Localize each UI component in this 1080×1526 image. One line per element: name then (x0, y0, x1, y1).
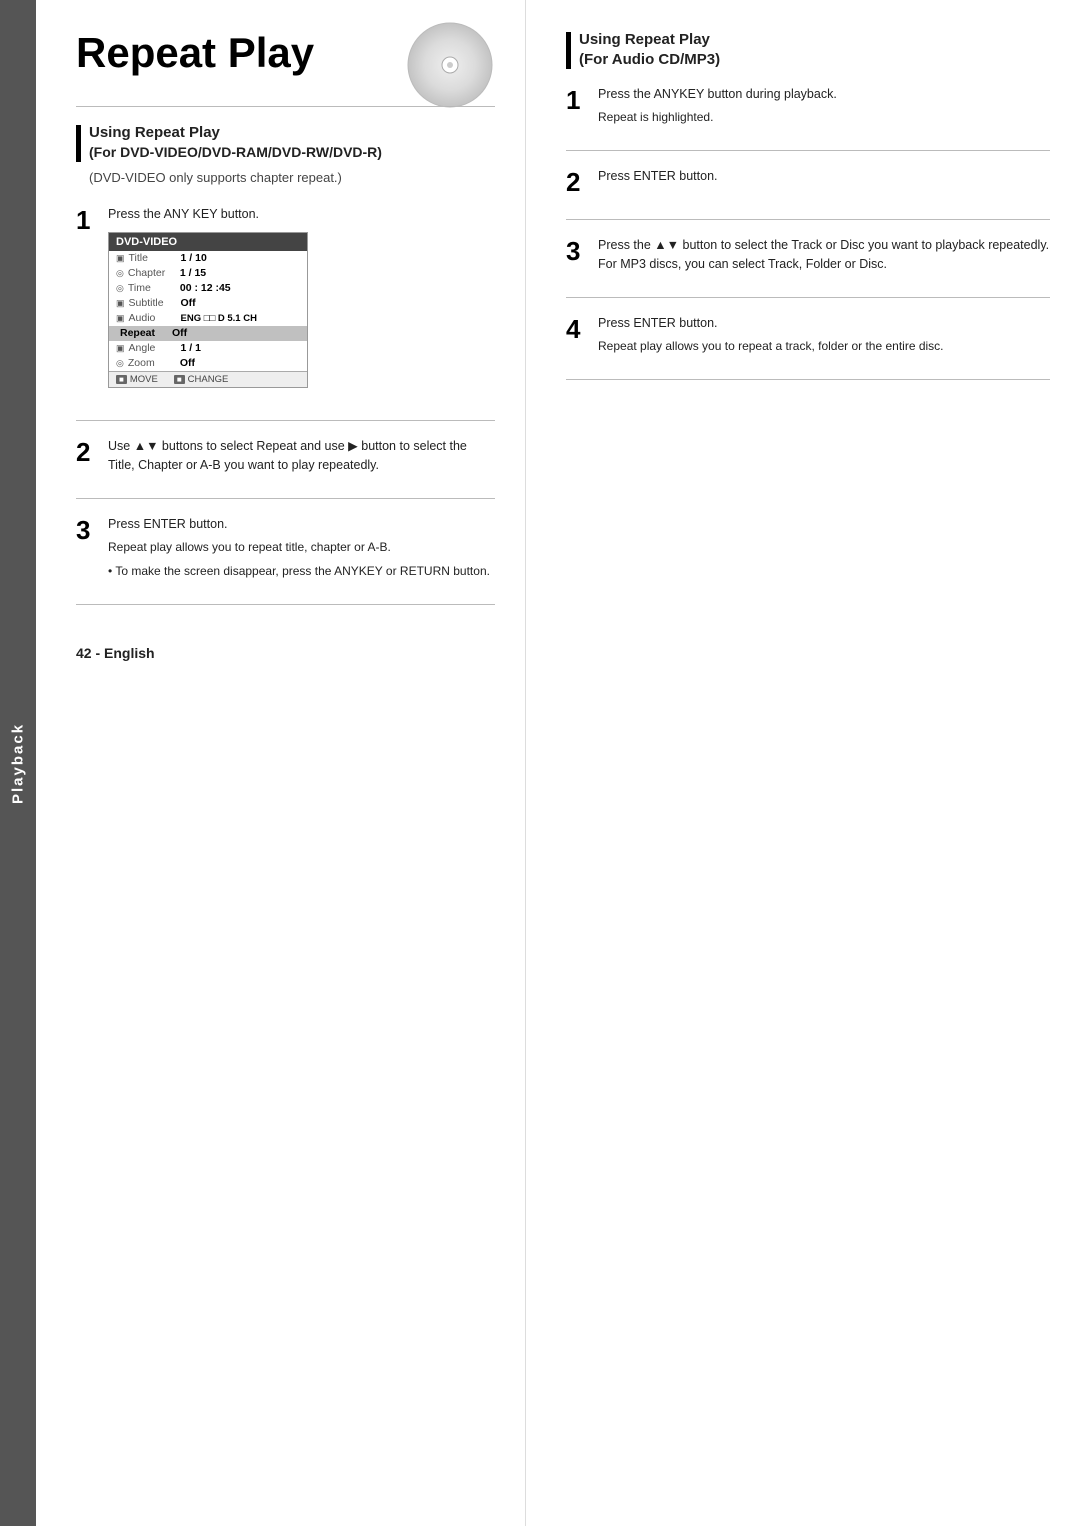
right-step-1-divider (566, 150, 1050, 151)
audio-label: Audio (129, 312, 181, 324)
step-1-divider (76, 420, 495, 421)
main-content: Repeat Play (36, 0, 1080, 1526)
right-step-3-divider (566, 297, 1050, 298)
right-step-4-divider (566, 379, 1050, 380)
chapter-icon: ◎ (116, 268, 124, 279)
change-label: CHANGE (188, 374, 229, 385)
page-number-area: 42 - English (76, 645, 495, 661)
section-bar (76, 125, 81, 162)
step-3-bullet: • To make the screen disappear, press th… (108, 562, 495, 580)
repeat-value: Off (172, 327, 187, 339)
repeat-label: Repeat (120, 327, 172, 339)
right-step-3-content: Press the ▲▼ button to select the Track … (598, 236, 1050, 274)
move-label: MOVE (130, 374, 158, 385)
step-2-divider (76, 498, 495, 499)
step-2-number: 2 (76, 439, 96, 465)
dvd-menu-row-audio: ▣ Audio ENG □□ D 5.1 CH (109, 311, 307, 326)
right-section-bar (566, 32, 571, 69)
step-1-text: Press the ANY KEY button. (108, 205, 495, 224)
title-label: Title (129, 252, 181, 264)
dvd-menu-row-zoom: ◎ Zoom Off (109, 356, 307, 371)
step-1-content: Press the ANY KEY button. DVD-VIDEO ▣ Ti… (108, 205, 495, 396)
audio-value: ENG □□ D 5.1 CH (181, 313, 257, 324)
left-column: Repeat Play (36, 0, 526, 1526)
page-title-area: Repeat Play (76, 30, 495, 86)
right-step-2-divider (566, 219, 1050, 220)
title-icon: ▣ (116, 253, 125, 264)
right-step-4: 4 Press ENTER button. Repeat play allows… (566, 314, 1050, 363)
step-2-content: Use ▲▼ buttons to select Repeat and use … (108, 437, 495, 475)
dvd-menu-header: DVD-VIDEO (109, 233, 307, 251)
left-step-3: 3 Press ENTER button. Repeat play allows… (76, 515, 495, 588)
subtitle-label: Subtitle (129, 297, 181, 309)
chapter-value: 1 / 15 (180, 267, 206, 279)
left-step-2: 2 Use ▲▼ buttons to select Repeat and us… (76, 437, 495, 483)
step-3-number: 3 (76, 517, 96, 543)
step-3-divider (76, 604, 495, 605)
left-section-note: (DVD-VIDEO only supports chapter repeat.… (76, 170, 495, 185)
audio-icon: ▣ (116, 313, 125, 324)
angle-value: 1 / 1 (181, 342, 201, 354)
zoom-value: Off (180, 357, 195, 369)
right-step-4-text: Press ENTER button. (598, 314, 1050, 333)
right-step-3-number: 3 (566, 238, 586, 264)
left-section-heading: Using Repeat Play (For DVD-VIDEO/DVD-RAM… (76, 123, 495, 162)
step-3-content: Press ENTER button. Repeat play allows y… (108, 515, 495, 580)
dvd-menu-row-time: ◎ Time 00 : 12 :45 (109, 281, 307, 296)
right-steps: 1 Press the ANYKEY button during playbac… (566, 85, 1050, 380)
right-step-1-text: Press the ANYKEY button during playback. (598, 85, 1050, 104)
dvd-menu-row-chapter: ◎ Chapter 1 / 15 (109, 266, 307, 281)
right-section-title: Using Repeat Play (For Audio CD/MP3) (579, 30, 720, 69)
right-step-1-number: 1 (566, 87, 586, 113)
time-label: Time (128, 282, 180, 294)
time-value: 00 : 12 :45 (180, 282, 231, 294)
sidebar-label: Playback (10, 722, 27, 803)
subtitle-icon: ▣ (116, 298, 125, 309)
footer-change: ■ CHANGE (174, 374, 229, 385)
left-steps: 1 Press the ANY KEY button. DVD-VIDEO ▣ … (76, 205, 495, 605)
step-2-text: Use ▲▼ buttons to select Repeat and use … (108, 437, 495, 475)
angle-label: Angle (129, 342, 181, 354)
title-value: 1 / 10 (181, 252, 207, 264)
dvd-menu-footer: ■ MOVE ■ CHANGE (109, 371, 307, 387)
dvd-menu-row-title: ▣ Title 1 / 10 (109, 251, 307, 266)
step-3-text: Press ENTER button. (108, 515, 495, 534)
subtitle-value: Off (181, 297, 196, 309)
right-step-2-text: Press ENTER button. (598, 167, 1050, 186)
right-step-4-subtext: Repeat play allows you to repeat a track… (598, 337, 1050, 355)
zoom-icon: ◎ (116, 358, 124, 369)
dvd-menu-row-subtitle: ▣ Subtitle Off (109, 296, 307, 311)
left-step-1: 1 Press the ANY KEY button. DVD-VIDEO ▣ … (76, 205, 495, 404)
right-step-1-content: Press the ANYKEY button during playback.… (598, 85, 1050, 126)
time-icon: ◎ (116, 283, 124, 294)
right-step-1: 1 Press the ANYKEY button during playbac… (566, 85, 1050, 134)
change-key: ■ (174, 375, 185, 384)
right-step-2: 2 Press ENTER button. (566, 167, 1050, 203)
page-container: Playback Repeat Play (0, 0, 1080, 1526)
dvd-menu-row-angle: ▣ Angle 1 / 1 (109, 341, 307, 356)
dvd-menu: DVD-VIDEO ▣ Title 1 / 10 ◎ Chapter 1 / 1… (108, 232, 308, 388)
right-step-1-subtext: Repeat is highlighted. (598, 108, 1050, 126)
angle-icon: ▣ (116, 343, 125, 354)
sidebar: Playback (0, 0, 36, 1526)
right-step-4-content: Press ENTER button. Repeat play allows y… (598, 314, 1050, 355)
right-step-4-number: 4 (566, 316, 586, 342)
disc-graphic (375, 20, 495, 110)
step-3-subtext: Repeat play allows you to repeat title, … (108, 538, 495, 556)
right-step-2-number: 2 (566, 169, 586, 195)
left-section-title: Using Repeat Play (For DVD-VIDEO/DVD-RAM… (89, 123, 382, 162)
right-column: Using Repeat Play (For Audio CD/MP3) 1 P… (526, 0, 1080, 1526)
right-step-3-text: Press the ▲▼ button to select the Track … (598, 236, 1050, 274)
right-section-heading: Using Repeat Play (For Audio CD/MP3) (566, 30, 1050, 69)
right-step-3: 3 Press the ▲▼ button to select the Trac… (566, 236, 1050, 282)
right-step-2-content: Press ENTER button. (598, 167, 1050, 186)
zoom-label: Zoom (128, 357, 180, 369)
footer-move: ■ MOVE (116, 374, 158, 385)
step-1-number: 1 (76, 207, 96, 233)
chapter-label: Chapter (128, 267, 180, 279)
dvd-menu-row-repeat: Repeat Off (109, 326, 307, 341)
move-key: ■ (116, 375, 127, 384)
page-number: 42 - English (76, 645, 155, 661)
